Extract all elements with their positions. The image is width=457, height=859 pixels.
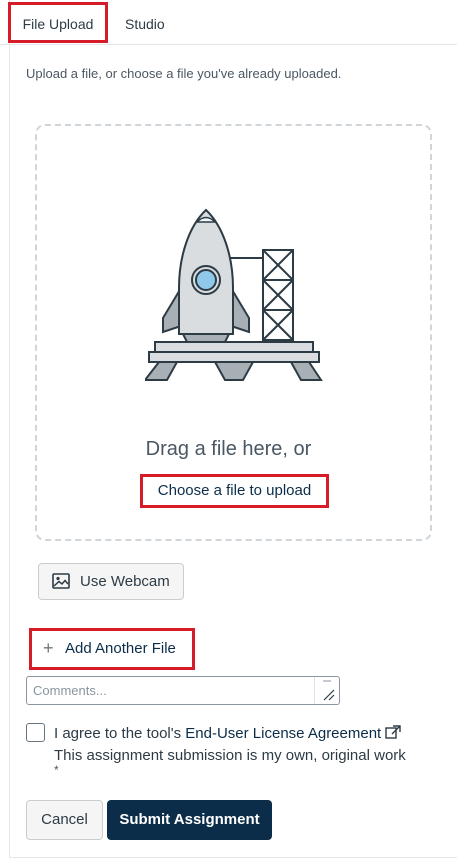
agreement-prefix: I agree to the tool's <box>54 725 186 742</box>
drag-instruction: Drag a file here, or <box>145 438 312 460</box>
eula-link[interactable]: End-User License Agreement <box>185 725 381 742</box>
resize-grip-icon[interactable] <box>314 677 339 704</box>
agreement-checkbox[interactable] <box>26 723 45 742</box>
agreement-line2: This assignment submission is my own, or… <box>54 746 406 764</box>
tab-studio[interactable]: Studio <box>125 0 165 44</box>
add-another-file-label: Add Another File <box>65 640 176 657</box>
external-link-icon <box>385 724 401 745</box>
image-icon <box>52 573 70 593</box>
submit-assignment-button[interactable]: Submit Assignment <box>107 800 272 840</box>
add-another-file-button[interactable]: + Add Another File <box>29 628 195 670</box>
plus-icon: + <box>43 638 54 658</box>
rocket-launchpad-illustration <box>145 208 323 381</box>
tab-bar: File Upload Studio <box>0 0 457 45</box>
tab-file-upload[interactable]: File Upload <box>8 2 108 43</box>
cancel-button[interactable]: Cancel <box>26 800 103 840</box>
agreement-text: I agree to the tool's End-User License A… <box>54 723 449 766</box>
choose-file-link[interactable]: Choose a file to upload <box>140 474 329 508</box>
comments-textarea[interactable]: Comments... <box>26 676 340 705</box>
use-webcam-label: Use Webcam <box>80 573 170 590</box>
use-webcam-button[interactable]: Use Webcam <box>38 563 184 600</box>
intro-text: Upload a file, or choose a file you've a… <box>26 66 342 81</box>
required-mark: * <box>54 763 59 777</box>
comments-placeholder: Comments... <box>33 683 107 698</box>
